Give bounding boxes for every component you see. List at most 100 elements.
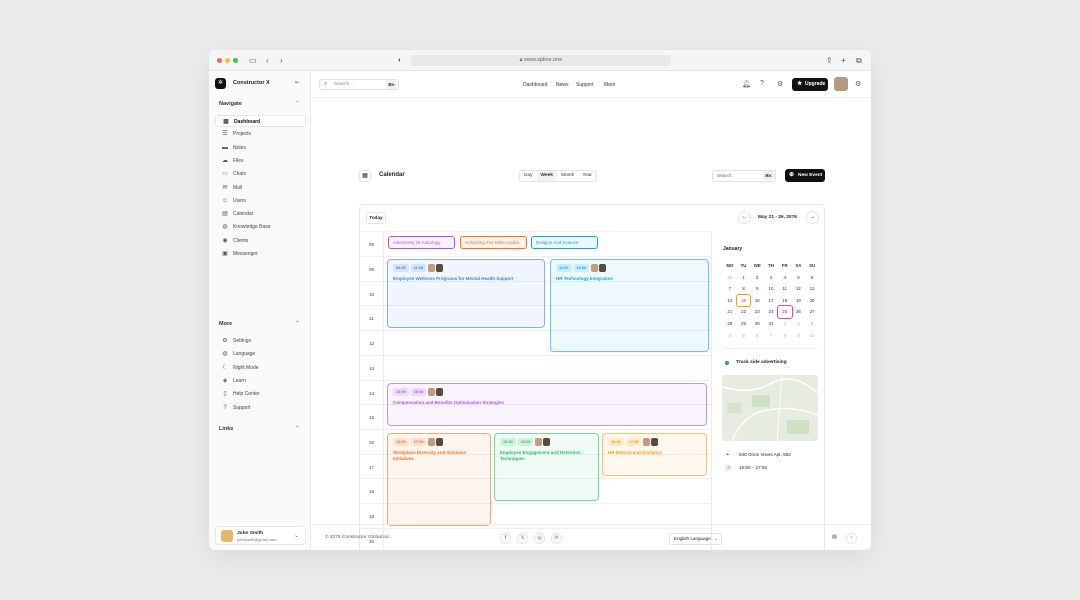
calendar-day[interactable]: 8 — [778, 330, 792, 342]
language-select[interactable]: English Language ⌄ — [669, 533, 722, 545]
calendar-day[interactable]: 1 — [778, 318, 792, 330]
calendar-day[interactable]: 31 — [764, 318, 778, 330]
calendar-day[interactable]: 8 — [737, 283, 751, 295]
calendar-day[interactable]: 23 — [750, 306, 764, 318]
calendar-day[interactable]: 14 — [723, 295, 737, 307]
map-thumbnail[interactable] — [722, 375, 818, 441]
maximize-dot[interactable] — [233, 58, 238, 63]
sidebar-item-settings[interactable]: ⚙ Settings — [215, 335, 306, 347]
sidebar-toggle-icon[interactable]: ▭ — [249, 56, 257, 65]
attendee-avatar[interactable] — [599, 264, 607, 272]
attendee-avatar[interactable] — [651, 438, 659, 446]
avatar[interactable] — [834, 77, 848, 91]
attendee-avatar[interactable] — [428, 264, 436, 272]
calendar-day[interactable]: 10 — [764, 283, 778, 295]
calendar-day[interactable]: 5 — [792, 272, 806, 284]
x-icon[interactable]: 𝕏 — [517, 533, 528, 544]
view-month[interactable]: Month — [557, 171, 578, 181]
calendar-event[interactable]: 09:00 11:00 Employee Wellness Programs for… — [387, 259, 545, 328]
user-card[interactable]: John Smith johnsmith@gmail.com ⌄ — [215, 526, 306, 545]
calendar-day[interactable]: 19 — [792, 295, 806, 307]
chevron-down-icon[interactable]: ⌄ — [294, 532, 299, 539]
calendar-day[interactable]: 18 — [778, 295, 792, 307]
next-week-icon[interactable]: → — [806, 211, 819, 224]
shield-icon[interactable]: ◐ — [398, 56, 402, 65]
toplink-support[interactable]: Support — [576, 82, 594, 88]
calendar-day[interactable]: 9 — [792, 330, 806, 342]
sidebar-item-dashboard[interactable]: ▦ Dashboard — [215, 115, 306, 127]
new-event-button[interactable]: ⊕ New Event — [785, 169, 825, 182]
pinterest-icon[interactable]: ℗ — [551, 533, 562, 544]
back-icon[interactable]: ‹ — [266, 56, 269, 65]
collapse-sidebar-icon[interactable]: ⇤ — [295, 79, 300, 86]
bell-icon[interactable]: 🔔︎ — [742, 80, 751, 88]
sidebar-item-language[interactable]: ◍ Language — [215, 348, 306, 360]
calendar-day[interactable]: 25 — [776, 305, 793, 319]
calendar-event[interactable]: 14:00 15:40 Compensation and Benefits Opti… — [387, 383, 707, 426]
calendar-day[interactable]: 21 — [723, 306, 737, 318]
attendee-avatar[interactable] — [543, 438, 551, 446]
sidebar-item-messenger[interactable]: ▣ Messenger — [215, 248, 306, 260]
sidebar-item-learn[interactable]: ◈ Learn — [215, 375, 306, 387]
address-bar[interactable]: 🔒︎ www.spline.one — [411, 55, 671, 66]
calendar-event[interactable]: 16:30 17:50 HR Metrics and Analytics — [602, 433, 707, 476]
instagram-icon[interactable]: ◎ — [534, 533, 545, 544]
calendar-day[interactable]: 16 — [750, 295, 764, 307]
toplink-dashboard[interactable]: Dashboard — [523, 82, 547, 88]
share-icon[interactable]: ⇪ — [826, 56, 833, 65]
attendee-avatar[interactable] — [591, 264, 599, 272]
calendar-day[interactable]: 22 — [737, 306, 751, 318]
calendar-day[interactable]: 9 — [750, 283, 764, 295]
calendar-day[interactable]: 28 — [723, 318, 737, 330]
settings-circle-icon[interactable]: ⚙ — [855, 80, 861, 88]
view-day[interactable]: Day — [520, 171, 537, 181]
calendar-day[interactable]: 15 — [735, 293, 752, 308]
calendar-event[interactable]: 16:30 17:30 Workplace Diversity and Inclus… — [387, 433, 491, 526]
sidebar-item-users[interactable]: ☺ Users — [215, 195, 306, 207]
minimize-dot[interactable] — [225, 58, 230, 63]
calendar-day[interactable]: 5 — [737, 330, 751, 342]
toplink-more[interactable]: More — [604, 82, 615, 88]
calendar-event[interactable]: 11:00 13:00 HR Technology Integration — [550, 259, 709, 352]
calendar-day[interactable]: 30 — [750, 318, 764, 330]
sidebar-item-knowledge-base[interactable]: ◍ Knowledge Base — [215, 221, 306, 233]
calendar-search-input[interactable]: Search ⌘K — [712, 170, 776, 182]
attendee-avatar[interactable] — [428, 438, 436, 446]
upgrade-button[interactable]: ★ Upgrade — [792, 78, 828, 91]
help-icon[interactable]: ? — [760, 80, 764, 87]
sidebar-item-chats[interactable]: ▭ Chats — [215, 168, 306, 180]
sidebar-item-projects[interactable]: ☰ Projects — [215, 128, 306, 140]
chevron-up-icon[interactable]: ⌃ — [295, 425, 300, 432]
sidebar-item-mail[interactable]: ✉ Mail — [215, 182, 306, 194]
allday-event[interactable]: Unlocking The Bible Codes — [460, 236, 527, 249]
attendee-avatar[interactable] — [436, 264, 444, 272]
toplink-news[interactable]: News — [556, 82, 569, 88]
attendee-avatar[interactable] — [436, 438, 444, 446]
chevron-up-icon[interactable]: ⌃ — [295, 100, 300, 107]
sidebar-item-night-mode[interactable]: ☾ Night Mode — [215, 362, 306, 374]
calendar-day[interactable]: 29 — [737, 318, 751, 330]
calendar-day[interactable]: 10 — [805, 330, 819, 342]
global-search-input[interactable]: ⌕ Search... ⌘K — [319, 79, 399, 90]
close-dot[interactable] — [217, 58, 222, 63]
allday-event[interactable]: Astronomy Or Astrology — [388, 236, 455, 249]
tabs-icon[interactable]: ⧉ — [856, 56, 862, 65]
chat-icon[interactable]: ▤ — [829, 533, 840, 544]
attendee-avatar[interactable] — [436, 388, 444, 396]
calendar-day[interactable]: 4 — [778, 272, 792, 284]
calendar-day[interactable]: 6 — [805, 272, 819, 284]
sidebar-item-calendar[interactable]: ▤ Calendar — [215, 208, 306, 220]
calendar-day[interactable]: 11 — [778, 283, 792, 295]
calendar-day[interactable]: 3 — [764, 272, 778, 284]
calendar-icon[interactable]: ▦ — [359, 170, 371, 182]
gear-icon[interactable]: ⚙ — [777, 80, 783, 88]
new-tab-icon[interactable]: + — [841, 56, 846, 65]
calendar-day[interactable]: 13 — [805, 283, 819, 295]
sidebar-item-help-center[interactable]: ▯ Help Center — [215, 388, 306, 400]
attendee-avatar[interactable] — [428, 388, 436, 396]
calendar-day[interactable]: 17 — [764, 295, 778, 307]
arrow-up-icon[interactable]: ↑ — [846, 533, 857, 544]
calendar-event[interactable]: 16:00 16:50 Employee Engagement and Retent… — [494, 433, 599, 501]
chevron-up-icon[interactable]: ⌃ — [295, 320, 300, 327]
view-year[interactable]: Year — [578, 171, 596, 181]
